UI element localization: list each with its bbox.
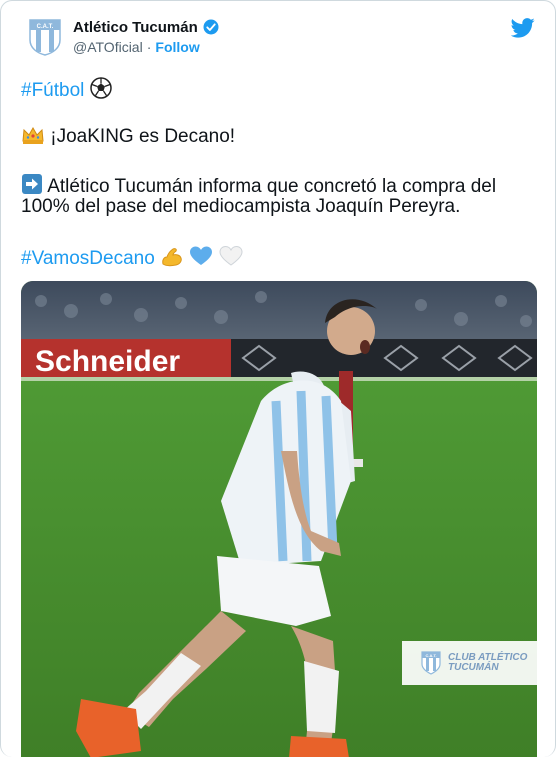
handle-row: @ATOficial · Follow [73,39,200,55]
flexed-biceps-icon [162,248,182,267]
account-name[interactable]: Atlético Tucumán [73,19,198,36]
photo-scene: Schneider [21,281,537,757]
hashtag-vamosdecano[interactable]: #VamosDecano [21,248,155,269]
name-row: Atlético Tucumán [73,18,220,36]
svg-text:C.A.T.: C.A.T. [425,653,436,658]
watermark-line-2: TUCUMÁN [448,662,499,673]
account-handle[interactable]: @ATOficial [73,39,143,55]
line-crown: ¡JoaKING es Decano! [21,125,235,148]
announce-text-1: Atlético Tucumán informa que concretó la… [47,176,497,197]
white-heart-icon [219,245,243,266]
banner-text: Schneider [35,345,180,378]
tweet-photo[interactable]: Schneider C.A.T. CLUB ATLÉTICO TUCUMÁN [21,281,537,757]
line-vamos: #VamosDecano [21,245,243,270]
twitter-bird-icon[interactable] [511,17,535,39]
club-crest-icon: C.A.T. [421,651,441,675]
hashtag-futbol[interactable]: #Fútbol [21,80,84,101]
club-watermark: C.A.T. CLUB ATLÉTICO TUCUMÁN [402,641,537,685]
avatar[interactable]: C.A.T. [27,18,63,56]
crown-icon [22,126,44,144]
blue-heart-icon [190,246,213,265]
svg-text:C.A.T.: C.A.T. [37,24,54,30]
right-arrow-icon [22,174,42,194]
crown-text: ¡JoaKING es Decano! [50,126,236,147]
soccer-ball-icon [89,77,112,99]
tweet-header: C.A.T. Atlético Tucumán @ATOficial · Fol… [21,15,535,63]
line-futbol: #Fútbol [21,77,112,102]
follow-button[interactable]: Follow [155,39,199,55]
line-announce-2: 100% del pase del mediocampista Joaquín … [21,195,460,218]
separator-dot: · [146,39,152,55]
announce-text-2: 100% del pase del mediocampista Joaquín … [21,196,461,217]
tweet-card: C.A.T. Atlético Tucumán @ATOficial · Fol… [0,0,556,757]
verified-badge-icon [203,19,219,35]
